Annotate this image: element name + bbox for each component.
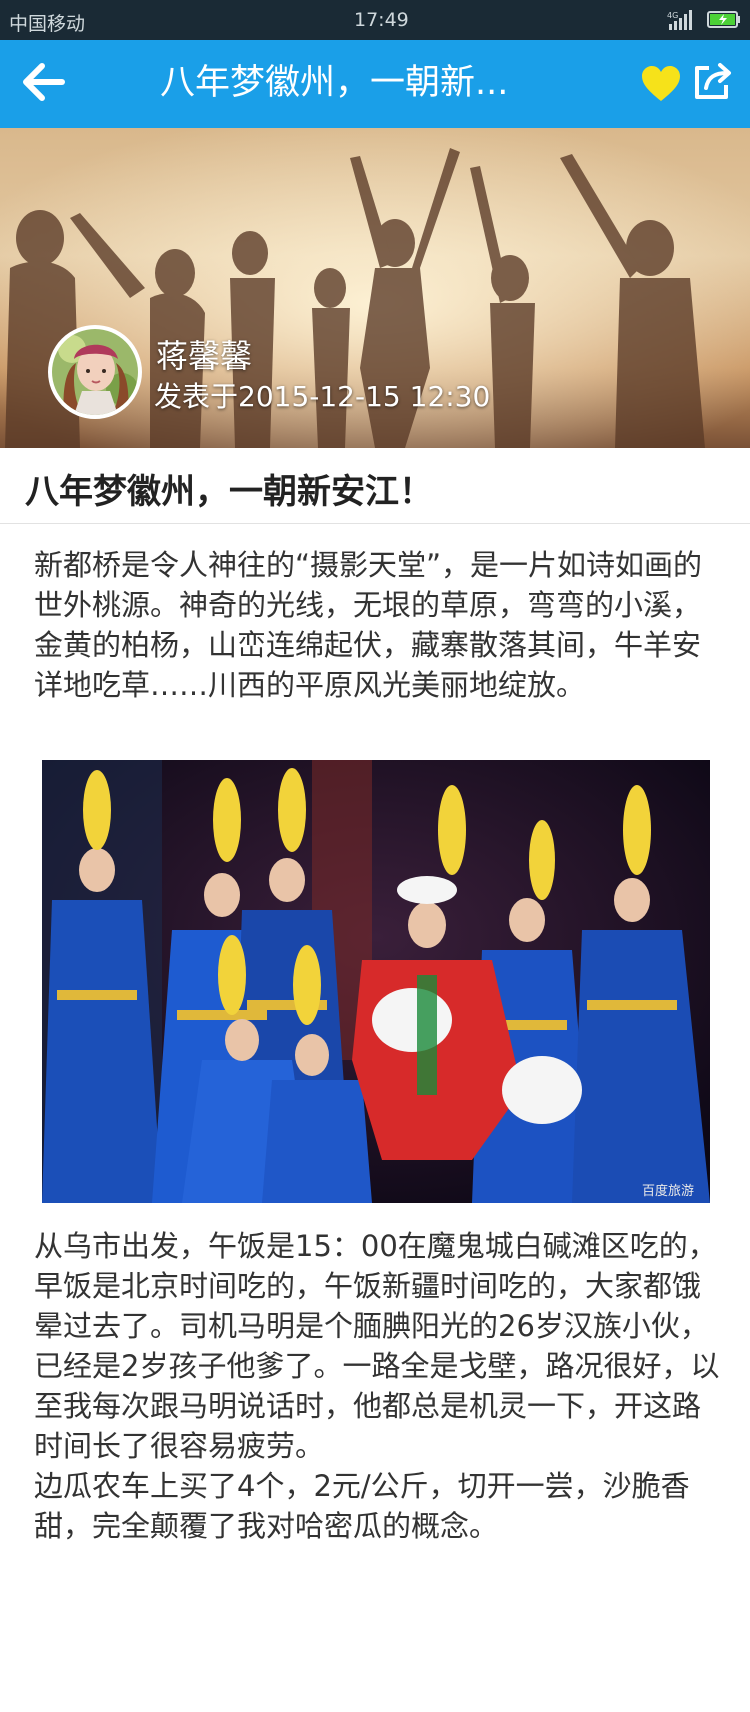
battery-icon	[707, 11, 740, 28]
clock: 17:49	[354, 9, 409, 31]
article-title: 八年梦徽州，一朝新安江！	[25, 472, 433, 512]
article-paragraph: 从乌市出发，午饭是15：00在魔鬼城白碱滩区吃的，早饭是北京时间吃的，午饭新疆时…	[34, 1226, 724, 1546]
paragraph-text: 边瓜农车上买了4个，2元/公斤，切开一尝，沙脆香甜，完全颠覆了我对哈密瓜的概念。	[34, 1469, 690, 1543]
avatar-image	[52, 329, 138, 415]
paragraph-text: 从乌市出发，午饭是15：00在魔鬼城白碱滩区吃的，早饭是北京时间吃的，午饭新疆时…	[34, 1229, 720, 1463]
dance-performance-image: 百度旅游	[42, 760, 710, 1203]
avatar[interactable]	[48, 325, 142, 419]
article-paragraph: 新都桥是令人神往的“摄影天堂”，是一片如诗如画的世外桃源。神奇的光线，无垠的草原…	[34, 548, 703, 702]
arrow-left-icon[interactable]	[18, 60, 68, 104]
heart-icon[interactable]	[640, 64, 682, 104]
share-icon[interactable]	[692, 60, 734, 102]
carrier-name: 中国移动	[9, 13, 86, 35]
status-bar: 中国移动 17:49 4G	[0, 0, 750, 40]
photo-watermark: 百度旅游	[642, 1183, 694, 1199]
nav-bar: 八年梦徽州，一朝新...	[0, 40, 750, 128]
author-name[interactable]: 蒋馨馨	[156, 331, 252, 377]
network-type: 4G	[667, 11, 678, 20]
cover-image: 蒋馨馨 发表于2015-12-15 12:30	[0, 128, 750, 448]
signal-icon: 4G	[667, 10, 692, 30]
article-photo[interactable]: 百度旅游	[42, 760, 710, 1203]
post-date: 发表于2015-12-15 12:30	[154, 380, 491, 413]
divider	[0, 523, 750, 524]
page-title: 八年梦徽州，一朝新...	[160, 63, 509, 103]
